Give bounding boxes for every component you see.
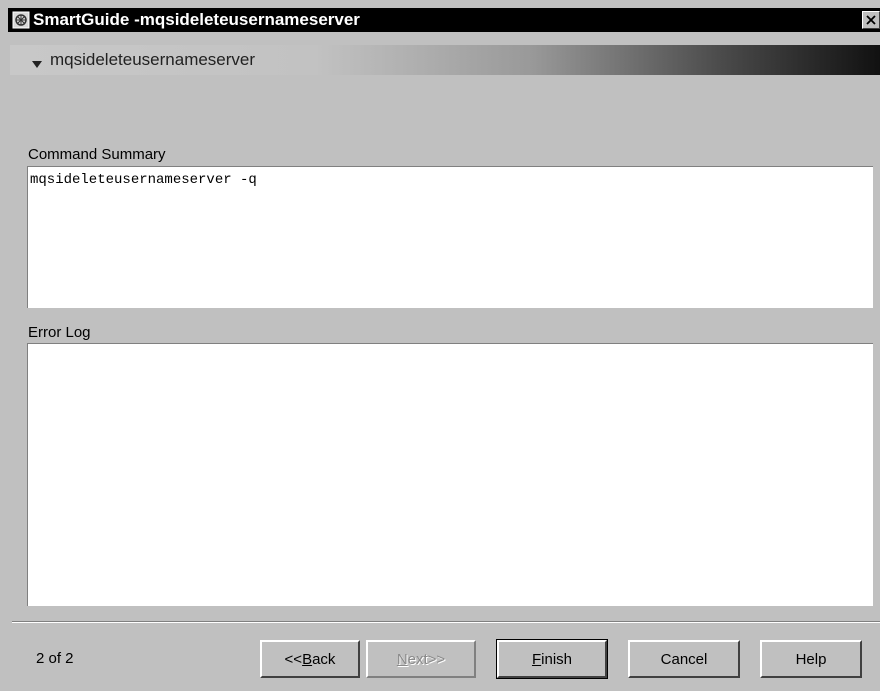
back-button-mnemonic: B [302, 650, 313, 668]
finish-button-rest: inish [541, 650, 573, 668]
header-banner: mqsideleteusernameserver [10, 45, 880, 75]
back-button-prefix: << [284, 650, 303, 668]
next-button-mnemonic: N [396, 650, 408, 668]
command-summary-text: mqsideleteusernameserver -q [30, 172, 257, 188]
next-button-rest: ext>> [407, 650, 446, 668]
help-button[interactable]: Help [760, 640, 862, 678]
command-summary-textarea[interactable]: mqsideleteusernameserver -q [27, 166, 873, 308]
back-button[interactable]: << Back [260, 640, 360, 678]
close-button[interactable] [862, 11, 880, 29]
command-summary-label: Command Summary [28, 146, 166, 163]
error-log-label: Error Log [28, 324, 91, 341]
page-indicator: 2 of 2 [36, 650, 74, 667]
window-title: SmartGuide -mqsideleteusernameserver [33, 10, 360, 29]
cancel-button-label: Cancel [660, 650, 708, 668]
triangle-down-icon [32, 56, 42, 74]
banner-title: mqsideleteusernameserver [50, 50, 256, 69]
finish-button[interactable]: Finish [496, 639, 608, 679]
back-button-rest: ack [312, 650, 336, 668]
error-log-textarea[interactable] [27, 343, 873, 606]
close-icon [866, 15, 876, 25]
help-button-label: Help [795, 650, 827, 668]
next-button[interactable]: Next>> [366, 640, 476, 678]
smartguide-icon[interactable] [12, 11, 30, 29]
title-bar[interactable]: SmartGuide -mqsideleteusernameserver [8, 8, 880, 32]
smartguide-window: SmartGuide -mqsideleteusernameserver mqs… [0, 0, 880, 691]
finish-button-mnemonic: F [531, 650, 542, 668]
cancel-button[interactable]: Cancel [628, 640, 740, 678]
